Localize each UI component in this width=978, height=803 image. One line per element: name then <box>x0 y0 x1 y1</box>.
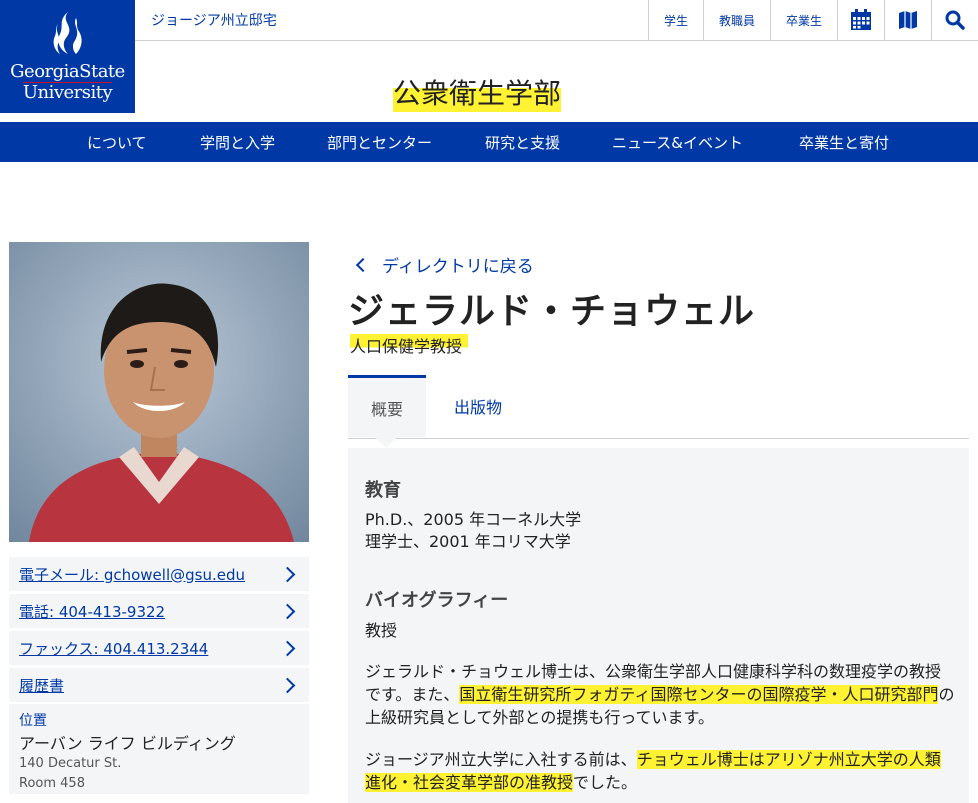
nav-about[interactable]: について <box>87 132 147 153</box>
building-name: アーバン ライフ ビルディング <box>19 734 236 753</box>
nav-departments[interactable]: 部門とセンター <box>327 132 432 153</box>
parent-site-link[interactable]: ジョージア州立邸宅 <box>151 10 277 30</box>
profile-name: ジェラルド・チョウェル <box>348 291 756 332</box>
bio-p1-highlight: 国立衛生研究所フォガティ国際センターの国際疫学・人口研究部門 <box>459 685 939 704</box>
back-link-label: ディレクトリに戻る <box>382 257 534 277</box>
overview-panel: 教育 Ph.D.、2005 年コーネル大学 理学士、2001 年コリマ大学 バイ… <box>348 448 969 803</box>
room-number: Room 458 <box>19 776 85 791</box>
contact-email-row[interactable]: 電子メール: gchowell@gsu.edu <box>9 556 309 593</box>
gsu-logo[interactable]: GeorgiaState University <box>0 0 135 113</box>
logo-text-line1: GeorgiaState <box>10 61 125 82</box>
profile-tabs: 概要 出版物 <box>348 375 969 448</box>
search-icon <box>945 10 965 30</box>
cv-link[interactable]: 履歴書 <box>19 675 64 696</box>
chevron-right-icon <box>279 677 296 693</box>
bio-rank: 教授 <box>365 621 398 640</box>
education-item: 理学士、2001 年コリマ大学 <box>365 532 571 551</box>
contact-fax-row[interactable]: ファックス: 404.413.2344 <box>9 630 309 667</box>
bio-p2-text: ジョージア州立大学に入社する前は、 <box>365 750 637 769</box>
tab-publications[interactable]: 出版物 <box>434 375 522 437</box>
chevron-right-icon <box>279 566 296 582</box>
nav-alumni-giving[interactable]: 卒業生と寄付 <box>799 132 889 153</box>
active-tab-caret <box>375 437 397 448</box>
fax-link[interactable]: ファックス: 404.413.2344 <box>19 638 208 659</box>
search-button[interactable] <box>931 0 978 40</box>
nav-news-events[interactable]: ニュース&イベント <box>612 132 743 153</box>
calendar-icon <box>851 9 871 30</box>
contact-list: 電子メール: gchowell@gsu.edu 電話: 404-413-9322… <box>9 556 309 794</box>
education-heading: 教育 <box>365 480 401 501</box>
logo-text-line2: University <box>22 82 113 103</box>
main-nav: について 学問と入学 部門とセンター 研究と支援 ニュース&イベント 卒業生と寄… <box>0 122 978 162</box>
profile-photo <box>9 242 309 542</box>
contact-cv-row[interactable]: 履歴書 <box>9 667 309 704</box>
bio-p2-text-end: でした。 <box>573 773 638 792</box>
calendar-button[interactable] <box>837 0 884 40</box>
street-address: 140 Decatur St. <box>19 756 122 771</box>
contact-phone-row[interactable]: 電話: 404-413-9322 <box>9 593 309 630</box>
chevron-right-icon <box>279 640 296 656</box>
map-button[interactable] <box>884 0 931 40</box>
students-link[interactable]: 学生 <box>647 0 703 40</box>
back-to-directory-link[interactable]: ディレクトリに戻る <box>355 252 534 277</box>
chevron-right-icon <box>279 603 296 619</box>
biography-heading: バイオグラフィー <box>365 590 509 611</box>
phone-link[interactable]: 電話: 404-413-9322 <box>19 601 165 622</box>
flame-icon <box>53 12 82 54</box>
faculty-link[interactable]: 教職員 <box>702 0 770 40</box>
education-item: Ph.D.、2005 年コーネル大学 <box>365 510 582 529</box>
map-icon <box>899 11 917 29</box>
chevron-left-icon <box>355 257 371 272</box>
location-label: 位置 <box>19 713 47 729</box>
utility-links: 学生 教職員 卒業生 <box>647 0 978 40</box>
utility-bar: ジョージア州立邸宅 学生 教職員 卒業生 <box>135 0 978 41</box>
nav-research[interactable]: 研究と支援 <box>485 132 560 153</box>
alumni-link[interactable]: 卒業生 <box>769 0 837 40</box>
profile-title: 人口保健学教授 <box>350 333 469 357</box>
email-link[interactable]: 電子メール: gchowell@gsu.edu <box>19 564 245 585</box>
bio-paragraph-1: ジェラルド・チョウェル博士は、公衆衛生学部人口健康科学科の数理疫学の教授です。ま… <box>365 660 955 729</box>
bio-paragraph-2: ジョージア州立大学に入社する前は、チョウェル博士はアリゾナ州立大学の人類進化・社… <box>365 748 955 794</box>
tab-overview[interactable]: 概要 <box>348 375 426 437</box>
site-title[interactable]: 公衆衛生学部 <box>393 72 562 112</box>
location-block: 位置 アーバン ライフ ビルディング 140 Decatur St. Room … <box>9 704 309 794</box>
nav-academics[interactable]: 学問と入学 <box>200 132 275 153</box>
